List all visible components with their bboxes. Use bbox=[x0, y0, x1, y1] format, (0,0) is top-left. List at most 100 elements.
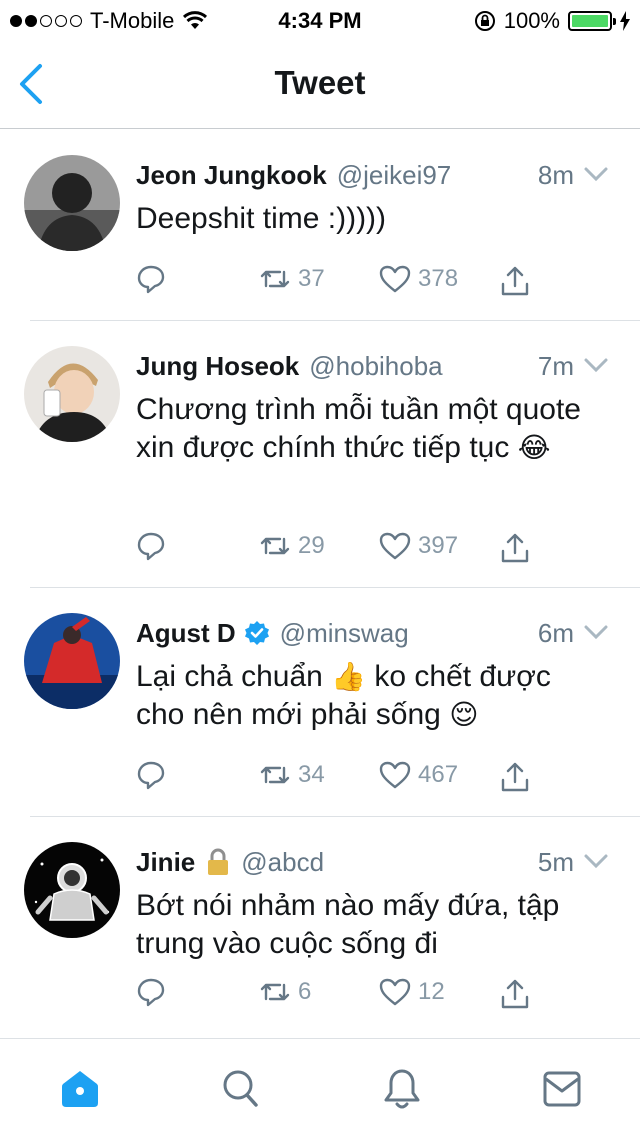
tweet-header: Agust D @minswag 6m bbox=[136, 616, 610, 650]
tab-notifications[interactable] bbox=[382, 1067, 422, 1111]
share-button[interactable] bbox=[498, 531, 532, 565]
display-name[interactable]: Jinie bbox=[136, 847, 195, 878]
rotation-lock-icon bbox=[474, 11, 495, 31]
username: @abcd bbox=[241, 846, 325, 877]
timestamp: 8m bbox=[537, 160, 574, 190]
tweet-item[interactable]: Jeon Jungkook @jeikei97 8m Deepshit time… bbox=[0, 130, 640, 321]
like-button[interactable]: 12 bbox=[378, 977, 445, 1007]
timestamp: 6m bbox=[537, 618, 574, 648]
lock-icon bbox=[208, 848, 229, 875]
display-name[interactable]: Jung Hoseok bbox=[136, 351, 299, 382]
retweet-icon bbox=[260, 983, 290, 1001]
reply-icon bbox=[137, 532, 165, 561]
navigation-bar: Tweet bbox=[0, 40, 640, 129]
search-icon bbox=[223, 1070, 258, 1107]
thumbs-up-emoji: 👍 bbox=[331, 660, 367, 693]
tweet-text-body: Bớt nói nhảm nào mấy đứa, tập trung vào … bbox=[136, 889, 560, 960]
relieved-face-emoji: 😌 bbox=[449, 698, 479, 731]
timestamp: 7m bbox=[537, 351, 574, 381]
share-icon bbox=[501, 533, 529, 563]
tweet-text: Bớt nói nhảm nào mấy đứa, tập trung vào … bbox=[136, 887, 606, 963]
tab-messages[interactable] bbox=[542, 1067, 582, 1111]
username: @minswag bbox=[279, 617, 409, 648]
share-icon bbox=[501, 762, 529, 792]
retweet-icon bbox=[260, 270, 290, 288]
avatar[interactable] bbox=[24, 842, 120, 938]
username: @jeikei97 bbox=[336, 159, 452, 190]
heart-icon bbox=[379, 761, 411, 789]
tweet-text: Lại chả chuẩn 👍 ko chết được cho nên mới… bbox=[136, 658, 606, 734]
retweet-count: 29 bbox=[298, 532, 325, 559]
reply-button[interactable] bbox=[136, 264, 166, 294]
like-button[interactable]: 467 bbox=[378, 760, 458, 790]
tweet-header: Jinie @abcd 5m bbox=[136, 845, 610, 879]
tweet-actions: 29 397 bbox=[136, 531, 556, 571]
share-button[interactable] bbox=[498, 977, 532, 1011]
share-icon bbox=[501, 266, 529, 296]
verified-badge-icon bbox=[244, 621, 269, 645]
battery-info: 100% bbox=[474, 8, 630, 34]
reply-icon bbox=[137, 265, 165, 294]
battery-percent: 100% bbox=[503, 8, 560, 33]
like-count: 12 bbox=[418, 978, 445, 1005]
status-bar: T-Mobile 4:34 PM 100% bbox=[0, 0, 640, 40]
reply-button[interactable] bbox=[136, 531, 166, 561]
tab-search[interactable] bbox=[220, 1067, 260, 1111]
retweet-count: 6 bbox=[298, 978, 312, 1005]
like-button[interactable]: 397 bbox=[378, 531, 458, 561]
tweet-text-body: Deepshit time :))))) bbox=[136, 202, 387, 235]
share-icon bbox=[501, 979, 529, 1009]
tab-home[interactable] bbox=[60, 1067, 100, 1111]
retweet-icon bbox=[260, 766, 290, 784]
tweet-actions: 6 12 bbox=[136, 977, 556, 1017]
avatar[interactable] bbox=[24, 613, 120, 709]
retweet-icon bbox=[260, 537, 290, 555]
display-name[interactable]: Jeon Jungkook bbox=[136, 160, 327, 191]
chevron-down-icon[interactable] bbox=[582, 351, 610, 379]
tweet-actions: 34 467 bbox=[136, 760, 556, 800]
tweet-item[interactable]: Agust D @minswag 6m Lại chả chuẩn 👍 ko c… bbox=[0, 588, 640, 817]
retweet-button[interactable]: 6 bbox=[258, 977, 311, 1007]
heart-icon bbox=[379, 265, 411, 293]
chevron-down-icon[interactable] bbox=[582, 160, 610, 188]
tweet-text: Deepshit time :))))) bbox=[136, 200, 606, 238]
like-count: 378 bbox=[418, 265, 459, 292]
tweet-header: Jung Hoseok @hobihoba 7m bbox=[136, 349, 610, 383]
tweet-text: Chương trình mỗi tuần một quote xin được… bbox=[136, 391, 606, 467]
tweet-item[interactable]: Jinie @abcd 5m Bớt nói nhảm nào mấy đứa,… bbox=[0, 817, 640, 1037]
tab-bar bbox=[0, 1038, 640, 1136]
tweet-text-part1: Lại chả chuẩn bbox=[136, 660, 323, 693]
charging-bolt-icon bbox=[620, 11, 630, 31]
share-button[interactable] bbox=[498, 264, 532, 298]
retweet-button[interactable]: 34 bbox=[258, 760, 325, 790]
home-icon bbox=[62, 1071, 98, 1107]
display-name[interactable]: Agust D bbox=[136, 618, 236, 649]
heart-icon bbox=[379, 978, 411, 1006]
reply-icon bbox=[137, 978, 165, 1007]
reply-button[interactable] bbox=[136, 760, 166, 790]
page-title: Tweet bbox=[274, 64, 366, 101]
timestamp: 5m bbox=[537, 847, 574, 877]
retweet-count: 37 bbox=[298, 265, 325, 292]
messages-icon bbox=[543, 1071, 581, 1107]
like-count: 467 bbox=[418, 761, 459, 788]
tweet-text-body: Chương trình mỗi tuần một quote xin được… bbox=[136, 393, 581, 464]
avatar[interactable] bbox=[24, 155, 120, 251]
tweet-header: Jeon Jungkook @jeikei97 8m bbox=[136, 158, 610, 192]
chevron-down-icon[interactable] bbox=[582, 618, 610, 646]
retweet-button[interactable]: 29 bbox=[258, 531, 325, 561]
like-button[interactable]: 378 bbox=[378, 264, 458, 294]
username: @hobihoba bbox=[309, 350, 443, 381]
laughing-emoji: 😂 bbox=[517, 431, 551, 464]
avatar[interactable] bbox=[24, 346, 120, 442]
retweet-count: 34 bbox=[298, 761, 325, 788]
reply-button[interactable] bbox=[136, 977, 166, 1007]
notifications-icon bbox=[384, 1069, 420, 1109]
tweet-item[interactable]: Jung Hoseok @hobihoba 7m Chương trình mỗ… bbox=[0, 321, 640, 588]
share-button[interactable] bbox=[498, 760, 532, 794]
chevron-down-icon[interactable] bbox=[582, 847, 610, 875]
like-count: 397 bbox=[418, 532, 459, 559]
tweet-list: Jeon Jungkook @jeikei97 8m Deepshit time… bbox=[0, 130, 640, 1037]
retweet-button[interactable]: 37 bbox=[258, 264, 325, 294]
tweet-actions: 37 378 bbox=[136, 264, 556, 304]
